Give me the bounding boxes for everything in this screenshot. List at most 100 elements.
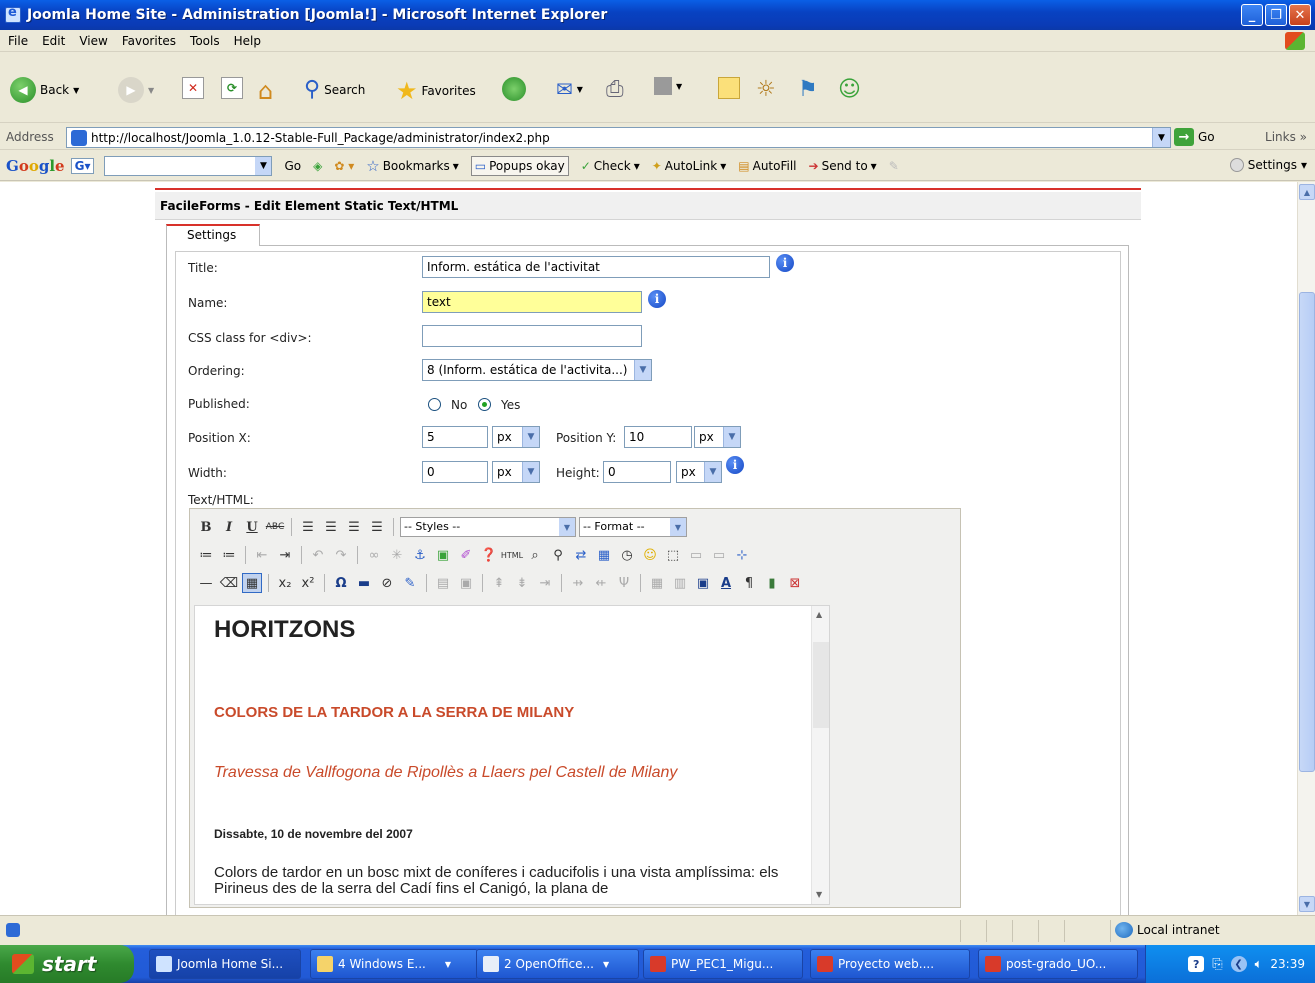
col-before-icon[interactable]: ⇸: [568, 573, 588, 593]
link-icon[interactable]: ∞: [364, 545, 384, 565]
bookmarks-button[interactable]: ☆ Bookmarks ▾: [366, 157, 459, 175]
discuss-button[interactable]: [718, 77, 740, 99]
format-select[interactable]: -- Format -- ▼: [579, 517, 687, 537]
info-icon[interactable]: i: [726, 456, 744, 474]
bullet-list-icon[interactable]: ≔: [196, 545, 216, 565]
emotions-icon[interactable]: ☺: [640, 545, 660, 565]
table-icon[interactable]: ▣: [693, 573, 713, 593]
network-icon[interactable]: ⎘: [1212, 957, 1222, 972]
settings-button[interactable]: Settings ▾: [1229, 158, 1307, 172]
history-button[interactable]: [502, 77, 526, 101]
menu-file[interactable]: File: [8, 34, 28, 48]
help-tray-icon[interactable]: ?: [1188, 956, 1205, 972]
backward-layer-icon[interactable]: ▭: [709, 545, 729, 565]
research-button[interactable]: ☼: [756, 77, 776, 102]
hr-advanced-icon[interactable]: ▬: [354, 573, 374, 593]
row-after-icon[interactable]: ⇟: [512, 573, 532, 593]
taskbar-item-pdf-proyecto[interactable]: Proyecto web....: [810, 949, 970, 979]
address-input[interactable]: http://localhost/Joomla_1.0.12-Stable-Fu…: [66, 127, 1171, 148]
split-cells-icon[interactable]: ▦: [647, 573, 667, 593]
search-button[interactable]: ⚲ Search: [304, 77, 365, 102]
published-yes-radio[interactable]: [478, 398, 491, 411]
ordering-select[interactable]: 8 (Inform. estática de l'activita...) ▼: [422, 359, 652, 381]
cleanup-icon[interactable]: ✐: [456, 545, 476, 565]
print-button[interactable]: ⎙: [606, 77, 624, 102]
height-unit-select[interactable]: px ▼: [676, 461, 722, 483]
menu-help[interactable]: Help: [234, 34, 261, 48]
position-x-unit-select[interactable]: px ▼: [492, 426, 540, 448]
underline-button[interactable]: U: [242, 517, 262, 537]
menu-view[interactable]: View: [79, 34, 107, 48]
position-x-input[interactable]: 5: [422, 426, 488, 448]
width-unit-select[interactable]: px ▼: [492, 461, 540, 483]
superscript-icon[interactable]: x²: [298, 573, 318, 593]
subscript-icon[interactable]: x₂: [275, 573, 295, 593]
edit-button[interactable]: ▼: [654, 77, 682, 95]
google-go-button[interactable]: Go: [284, 159, 301, 173]
refresh-button[interactable]: ⟳: [221, 77, 243, 99]
scroll-up-icon[interactable]: ▲: [1299, 184, 1315, 200]
highlight-icon[interactable]: ✎: [889, 159, 899, 173]
taskbar-item-openoffice[interactable]: 2 OpenOffice... ▼: [476, 949, 639, 979]
autofill-button[interactable]: ▤ AutoFill: [738, 159, 796, 173]
forward-layer-icon[interactable]: ▭: [686, 545, 706, 565]
unlink-icon[interactable]: ✳: [387, 545, 407, 565]
horizontal-rule-icon[interactable]: —: [196, 573, 216, 593]
align-justify-button[interactable]: ☰: [367, 517, 387, 537]
undo-icon[interactable]: ↶: [308, 545, 328, 565]
delete-col-icon[interactable]: Ψ: [614, 573, 634, 593]
numbered-list-icon[interactable]: ≔: [219, 545, 239, 565]
page-scrollbar[interactable]: ▲ ▼: [1297, 182, 1315, 915]
redo-icon[interactable]: ↷: [331, 545, 351, 565]
align-left-button[interactable]: ☰: [298, 517, 318, 537]
start-button[interactable]: start: [0, 945, 134, 983]
css-class-input[interactable]: [422, 325, 642, 347]
go-button[interactable]: → Go: [1174, 128, 1215, 146]
absolute-icon[interactable]: ⊹: [732, 545, 752, 565]
bold-button[interactable]: B: [196, 517, 216, 537]
favorites-button[interactable]: ★ Favorites: [396, 77, 476, 105]
name-input[interactable]: text: [422, 291, 642, 313]
editor-scrollbar[interactable]: ▲ ▼: [811, 606, 829, 904]
editor-content-area[interactable]: HORITZONS COLORS DE LA TARDOR A LA SERRA…: [194, 605, 830, 905]
italic-button[interactable]: I: [219, 517, 239, 537]
styles-select[interactable]: -- Styles -- ▼: [400, 517, 576, 537]
cell-props-icon[interactable]: ▣: [456, 573, 476, 593]
google-g-icon[interactable]: G▾: [70, 157, 95, 174]
position-y-unit-select[interactable]: px ▼: [694, 426, 741, 448]
remove-format-icon[interactable]: ⌫: [219, 573, 239, 593]
home-button[interactable]: ⌂: [258, 77, 273, 105]
scroll-down-icon[interactable]: ▼: [816, 890, 822, 899]
pagerank-icon[interactable]: ◈: [313, 159, 322, 173]
minimize-button[interactable]: _: [1241, 4, 1263, 26]
width-input[interactable]: 0: [422, 461, 488, 483]
indent-icon[interactable]: ⇥: [275, 545, 295, 565]
scroll-up-icon[interactable]: ▲: [816, 610, 822, 619]
align-right-button[interactable]: ☰: [344, 517, 364, 537]
date-icon[interactable]: ▦: [594, 545, 614, 565]
image-icon[interactable]: ▣: [433, 545, 453, 565]
replace-icon[interactable]: ⇄: [571, 545, 591, 565]
chevron-down-icon[interactable]: ▼: [1152, 128, 1170, 147]
users-button[interactable]: ☺: [838, 77, 861, 102]
info-icon[interactable]: i: [648, 290, 666, 308]
taskbar-item-pdf-pec1[interactable]: PW_PEC1_Migu...: [643, 949, 803, 979]
links-button[interactable]: Links »: [1265, 130, 1307, 144]
menu-favorites[interactable]: Favorites: [122, 34, 176, 48]
special-char-icon[interactable]: Ω: [331, 573, 351, 593]
google-logo[interactable]: Google: [6, 157, 65, 175]
back-button[interactable]: ◀ Back ▼: [10, 77, 79, 103]
fullscreen-icon[interactable]: ⊠: [785, 573, 805, 593]
strikethrough-button[interactable]: ABC: [265, 517, 285, 537]
sendto-button[interactable]: ➔ Send to ▾: [809, 159, 877, 173]
taskbar-item-explorer[interactable]: 4 Windows E... ▼: [310, 949, 478, 979]
expand-tray-icon[interactable]: ❮: [1230, 956, 1247, 972]
published-no-radio[interactable]: [428, 398, 441, 411]
row-before-icon[interactable]: ⇞: [489, 573, 509, 593]
position-y-input[interactable]: 10: [624, 426, 692, 448]
menu-tools[interactable]: Tools: [190, 34, 220, 48]
clock[interactable]: 23:39: [1270, 957, 1305, 971]
scroll-down-icon[interactable]: ▼: [1299, 896, 1315, 912]
film-icon[interactable]: ▮: [762, 573, 782, 593]
stop-button[interactable]: ✕: [182, 77, 204, 99]
